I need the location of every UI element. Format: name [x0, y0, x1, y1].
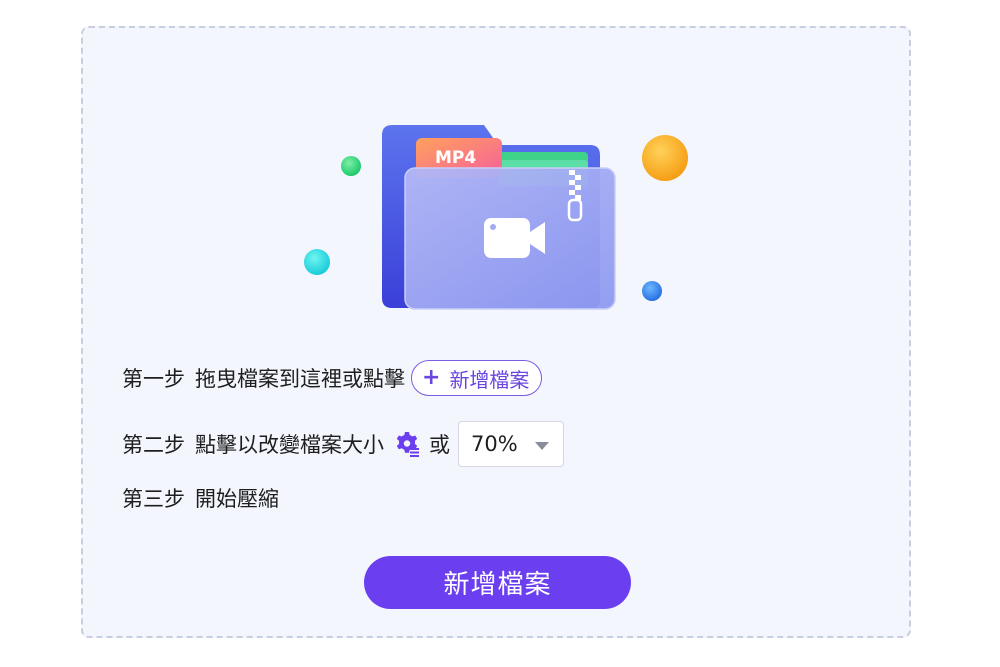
step-one: 第一步 拖曳檔案到這裡或點擊 + 新增檔案	[122, 360, 543, 396]
step-three: 第三步 開始壓縮	[122, 483, 279, 513]
step-two-or-text: 或	[429, 433, 450, 457]
step-two-label: 第二步	[122, 433, 185, 457]
step-one-label: 第一步	[122, 367, 185, 391]
step-two: 第二步 點擊以改變檔案大小 或 70%	[122, 421, 564, 467]
plus-icon: +	[422, 365, 441, 390]
add-file-inline-label: 新增檔案	[449, 367, 530, 392]
chevron-down-icon	[535, 441, 549, 450]
file-drop-zone[interactable]	[81, 26, 911, 638]
compression-ratio-select[interactable]: 70%	[458, 421, 564, 467]
settings-gear-icon[interactable]	[394, 431, 420, 457]
step-three-label: 第三步	[122, 487, 185, 511]
add-file-inline-button[interactable]: + 新增檔案	[411, 360, 543, 396]
compression-ratio-value: 70%	[471, 432, 518, 456]
step-two-text: 點擊以改變檔案大小	[195, 433, 384, 457]
add-file-button[interactable]: 新增檔案	[364, 556, 631, 609]
step-three-text: 開始壓縮	[195, 487, 279, 511]
step-one-text: 拖曳檔案到這裡或點擊	[195, 367, 405, 391]
